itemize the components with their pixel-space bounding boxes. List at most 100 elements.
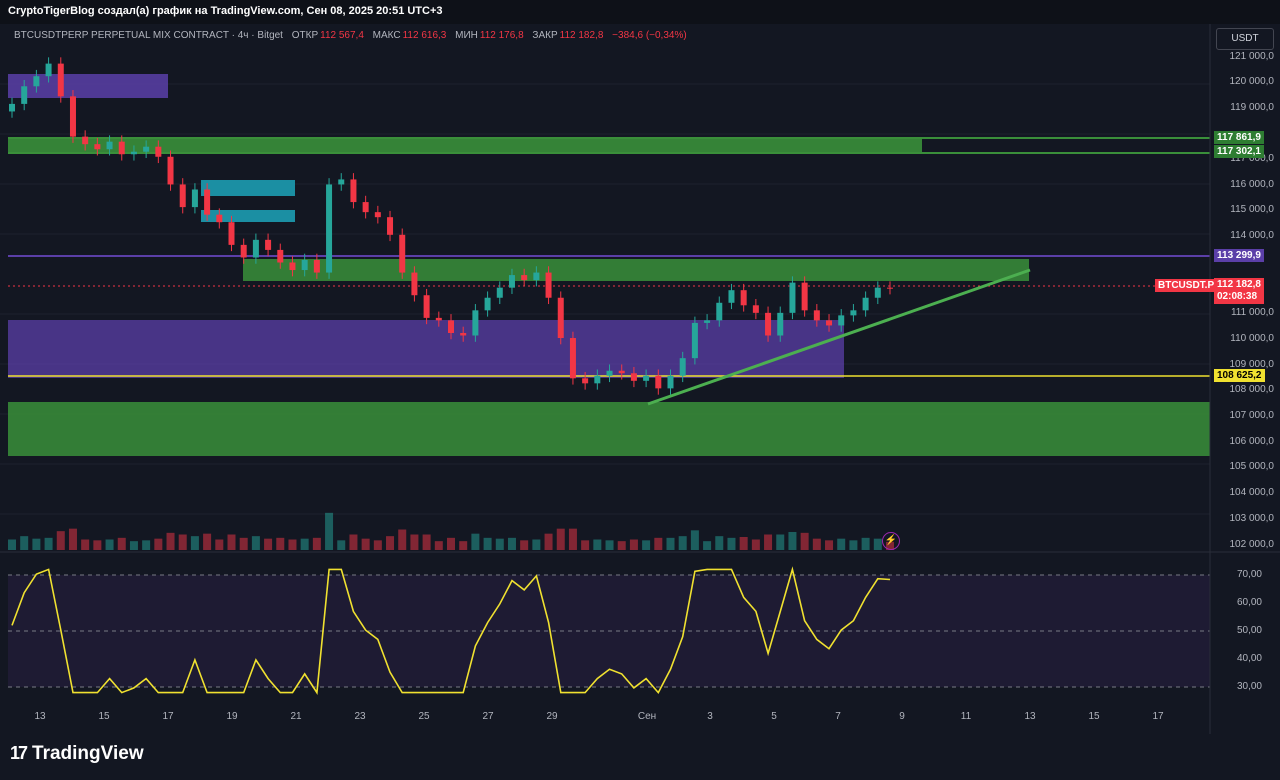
volume-bar	[825, 540, 834, 550]
candle-body	[448, 320, 454, 333]
volume-bar	[727, 537, 736, 550]
volume-bar	[373, 540, 382, 550]
green-zone-113k	[243, 259, 1029, 281]
volume-bar	[142, 540, 151, 550]
volume-bar	[654, 537, 663, 550]
candle-body	[508, 275, 515, 288]
volume-bar	[386, 536, 395, 550]
volume-bar	[325, 512, 334, 550]
volume-bar	[507, 537, 516, 550]
candle-body	[533, 272, 540, 281]
candle-body	[57, 63, 64, 97]
volume-bar	[629, 539, 638, 550]
price-tick-label: 116 000,0	[1230, 179, 1274, 190]
price-tick-label: 104 000,0	[1229, 487, 1275, 498]
volume-bar	[68, 528, 77, 550]
candle-body	[69, 96, 76, 137]
volume-bar	[178, 534, 187, 550]
tag-level-3: 113 299,9	[1214, 249, 1264, 262]
time-tick-label: 15	[1088, 711, 1100, 722]
volume-bar	[190, 536, 199, 550]
rsi-tick-label: 50,00	[1236, 625, 1262, 636]
candle-body	[82, 136, 89, 145]
flash-icon[interactable]: ⚡	[882, 532, 900, 550]
candle-body	[582, 378, 589, 384]
candle-body	[265, 239, 272, 250]
volume-bar	[361, 538, 370, 550]
tag-last-price: 112 182,8 02:08:38	[1214, 278, 1264, 304]
candle-body	[594, 375, 601, 384]
volume-bar	[617, 541, 626, 550]
tradingview-logo[interactable]: 17 TradingView	[10, 743, 144, 765]
candle-body	[801, 282, 808, 311]
purple-zone-110k	[8, 320, 844, 378]
candle-body	[118, 141, 125, 155]
volume-bar	[239, 537, 248, 550]
volume-bar	[459, 541, 468, 550]
time-tick-label: 11	[960, 711, 972, 722]
candle-body	[691, 322, 698, 359]
volume-bar	[447, 537, 455, 550]
volume-bar	[349, 534, 358, 550]
candle-body	[606, 370, 613, 376]
candle-body	[716, 302, 723, 321]
time-tick-label: 13	[34, 711, 46, 722]
time-tick-label: 21	[290, 711, 302, 722]
candle-body	[277, 249, 284, 263]
candle-body	[545, 272, 552, 298]
time-tick-label: 5	[771, 711, 777, 722]
rsi-tick-label: 60,00	[1236, 597, 1262, 608]
time-tick-label: 17	[1152, 711, 1164, 722]
candle-body	[667, 375, 674, 389]
candle-body	[240, 244, 247, 258]
candle-body	[643, 375, 650, 381]
candle-body	[313, 259, 320, 273]
candle-body	[472, 310, 479, 336]
volume-bar	[873, 538, 882, 550]
price-tick-label: 102 000,0	[1229, 539, 1275, 550]
volume-bar	[690, 530, 699, 550]
candle-body	[630, 373, 637, 381]
candle-body	[167, 156, 174, 185]
volume-bar	[44, 537, 53, 550]
volume-bar	[93, 540, 102, 550]
candle-body	[838, 315, 845, 326]
candle-body	[33, 76, 40, 87]
time-tick-label: 27	[482, 711, 494, 722]
price-tick-label: 111 000,0	[1230, 307, 1274, 318]
volume-bar	[739, 537, 748, 550]
price-tick-label: 107 000,0	[1229, 410, 1275, 421]
volume-bar	[312, 537, 321, 550]
volume-bar	[20, 536, 29, 550]
volume-bar	[471, 533, 480, 550]
time-tick-label: 25	[418, 711, 430, 722]
volume-bar	[556, 528, 565, 550]
price-tick-label: 105 000,0	[1229, 461, 1275, 472]
candle-body	[228, 222, 235, 245]
candle-body	[618, 370, 625, 374]
candle-body	[289, 262, 296, 271]
candle-body	[130, 151, 137, 155]
candle-body	[362, 202, 369, 213]
candle-body	[326, 184, 333, 273]
purple-zone-top	[8, 74, 168, 98]
candle-body	[301, 259, 308, 271]
time-tick-label: 13	[1024, 711, 1036, 722]
candle-body	[9, 103, 15, 112]
time-tick-label: 23	[354, 711, 366, 722]
volume-bar	[276, 537, 285, 550]
candle-body	[655, 375, 662, 389]
time-tick-label: 19	[226, 711, 238, 722]
candle-body	[496, 287, 503, 298]
candle-body	[423, 295, 430, 318]
volume-bar	[776, 534, 785, 550]
green-zone-106k	[8, 402, 1210, 456]
volume-series	[8, 512, 894, 550]
candle-body	[143, 146, 150, 152]
volume-bar	[8, 539, 16, 550]
volume-bar	[105, 539, 114, 550]
chart-canvas[interactable]	[0, 24, 1280, 734]
candle-body	[387, 217, 394, 235]
volume-bar	[520, 540, 529, 550]
volume-bar	[81, 539, 90, 550]
